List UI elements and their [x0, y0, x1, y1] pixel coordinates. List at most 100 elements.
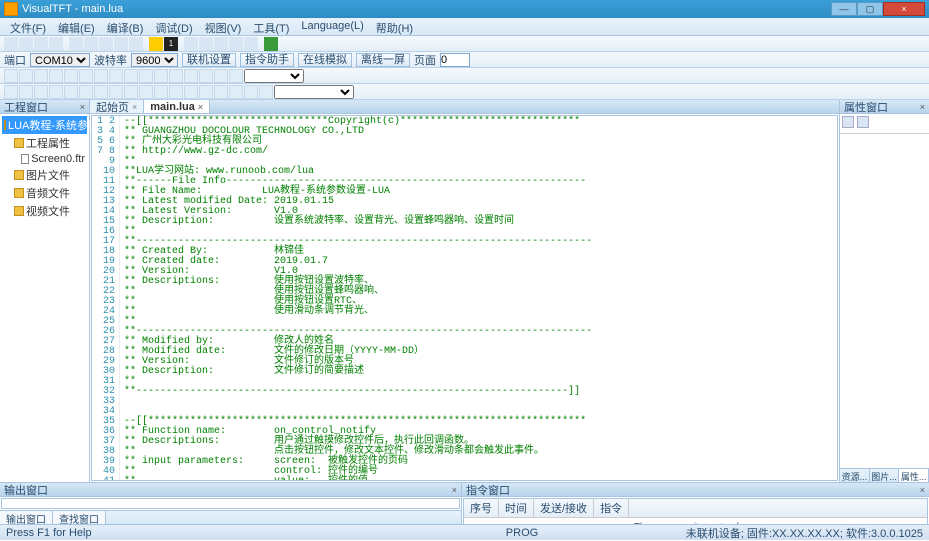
- close-button[interactable]: ×: [883, 2, 925, 16]
- tab-startpage[interactable]: 起始页×: [90, 100, 144, 113]
- prop-cat-icon[interactable]: [857, 116, 869, 128]
- tb4-combo[interactable]: [274, 85, 354, 99]
- tb3-icon[interactable]: [49, 69, 63, 83]
- tb3-icon[interactable]: [4, 69, 18, 83]
- conn-settings-button[interactable]: 联机设置: [182, 53, 236, 67]
- tb-lock-icon[interactable]: [149, 37, 163, 51]
- right-tab-property[interactable]: 属性...: [899, 469, 929, 482]
- tb3-combo[interactable]: [244, 69, 304, 83]
- tb-paste-icon[interactable]: [99, 37, 113, 51]
- tb-run-icon[interactable]: [264, 37, 278, 51]
- tb4-icon[interactable]: [139, 85, 153, 99]
- tb3-icon[interactable]: [154, 69, 168, 83]
- tb3-icon[interactable]: [109, 69, 123, 83]
- cmd-assistant-button[interactable]: 指令助手: [240, 53, 294, 67]
- tb3-icon[interactable]: [184, 69, 198, 83]
- pane-close-icon[interactable]: ×: [920, 485, 925, 495]
- tb-num1-icon[interactable]: 1: [164, 37, 178, 51]
- tb4-icon[interactable]: [184, 85, 198, 99]
- tb4-icon[interactable]: [199, 85, 213, 99]
- tb3-icon[interactable]: [79, 69, 93, 83]
- tb3-icon[interactable]: [214, 69, 228, 83]
- tb-save-icon[interactable]: [34, 37, 48, 51]
- pane-close-icon[interactable]: ×: [80, 102, 85, 112]
- maximize-button[interactable]: ▢: [857, 2, 883, 16]
- col-time[interactable]: 时间: [499, 499, 534, 517]
- pane-close-icon[interactable]: ×: [920, 102, 925, 112]
- tb4-icon[interactable]: [124, 85, 138, 99]
- menu-edit[interactable]: 编辑(E): [52, 18, 101, 35]
- tb-e-icon[interactable]: [244, 37, 258, 51]
- tb4-icon[interactable]: [214, 85, 228, 99]
- tb-d-icon[interactable]: [229, 37, 243, 51]
- tb-c-icon[interactable]: [214, 37, 228, 51]
- tb3-icon[interactable]: [34, 69, 48, 83]
- menu-file[interactable]: 文件(F): [4, 18, 52, 35]
- tb3-icon[interactable]: [199, 69, 213, 83]
- tb-new-icon[interactable]: [4, 37, 18, 51]
- col-cmd[interactable]: 指令: [594, 499, 629, 517]
- menu-build[interactable]: 编译(B): [101, 18, 150, 35]
- col-sendrecv[interactable]: 发送/接收: [534, 499, 594, 517]
- tree-item[interactable]: 音频文件: [2, 184, 87, 202]
- tree-item[interactable]: 视频文件: [2, 202, 87, 220]
- tb3-icon[interactable]: [124, 69, 138, 83]
- tb3-icon[interactable]: [64, 69, 78, 83]
- bottom-tab-output[interactable]: 输出窗口: [0, 511, 53, 524]
- col-seq[interactable]: 序号: [464, 499, 499, 517]
- tb4-icon[interactable]: [19, 85, 33, 99]
- right-tab-resource[interactable]: 资源...: [840, 469, 870, 482]
- tb3-icon[interactable]: [229, 69, 243, 83]
- tb-open-icon[interactable]: [19, 37, 33, 51]
- tb-undo-icon[interactable]: [114, 37, 128, 51]
- tb4-icon[interactable]: [94, 85, 108, 99]
- minimize-button[interactable]: —: [831, 2, 857, 16]
- tb4-icon[interactable]: [49, 85, 63, 99]
- tb3-icon[interactable]: [19, 69, 33, 83]
- menu-language[interactable]: Language(L): [295, 18, 369, 35]
- tb3-icon[interactable]: [139, 69, 153, 83]
- right-tab-image[interactable]: 图片...: [870, 469, 900, 482]
- tb4-icon[interactable]: [79, 85, 93, 99]
- tree-item[interactable]: 图片文件: [2, 166, 87, 184]
- menu-view[interactable]: 视图(V): [199, 18, 248, 35]
- port-select[interactable]: COM10: [30, 53, 90, 67]
- tree-item[interactable]: Screen0.ftr: [2, 152, 87, 166]
- prop-sort-icon[interactable]: [842, 116, 854, 128]
- tb4-icon[interactable]: [244, 85, 258, 99]
- tb4-icon[interactable]: [154, 85, 168, 99]
- tb3-icon[interactable]: [169, 69, 183, 83]
- tb4-icon[interactable]: [109, 85, 123, 99]
- project-tree[interactable]: LUA教程-系统参数设置 工程属性 Screen0.ftr 图片文件 音频文件 …: [0, 114, 89, 222]
- baud-select[interactable]: 9600: [131, 53, 178, 67]
- tree-item[interactable]: 工程属性: [2, 134, 87, 152]
- tb3-icon[interactable]: [94, 69, 108, 83]
- tb-saveall-icon[interactable]: [49, 37, 63, 51]
- tb4-icon[interactable]: [4, 85, 18, 99]
- code-editor[interactable]: 1 2 3 4 5 6 7 8 9 10 11 12 13 14 15 16 1…: [91, 115, 838, 481]
- bottom-tab-find[interactable]: 查找窗口: [53, 511, 106, 524]
- tb-cut-icon[interactable]: [69, 37, 83, 51]
- tb-b-icon[interactable]: [199, 37, 213, 51]
- online-sim-button[interactable]: 在线模拟: [298, 53, 352, 67]
- tb4-icon[interactable]: [259, 85, 273, 99]
- menu-debug[interactable]: 调试(D): [149, 18, 198, 35]
- menu-help[interactable]: 帮助(H): [370, 18, 419, 35]
- tb4-icon[interactable]: [34, 85, 48, 99]
- output-content[interactable]: [1, 498, 460, 509]
- page-input[interactable]: [440, 53, 470, 67]
- tb4-icon[interactable]: [169, 85, 183, 99]
- pane-close-icon[interactable]: ×: [452, 485, 457, 495]
- code-content[interactable]: --[[******************************Copyri…: [120, 116, 837, 480]
- tb-copy-icon[interactable]: [84, 37, 98, 51]
- menu-tools[interactable]: 工具(T): [247, 18, 295, 35]
- tab-close-icon[interactable]: ×: [132, 102, 137, 112]
- tab-mainlua[interactable]: main.lua×: [144, 100, 210, 113]
- offline-sim-button[interactable]: 离线一屏: [356, 53, 410, 67]
- tb-redo-icon[interactable]: [129, 37, 143, 51]
- tree-root[interactable]: LUA教程-系统参数设置: [2, 116, 87, 134]
- tb4-icon[interactable]: [64, 85, 78, 99]
- tb4-icon[interactable]: [229, 85, 243, 99]
- tab-close-icon[interactable]: ×: [198, 102, 203, 112]
- tb-a-icon[interactable]: [184, 37, 198, 51]
